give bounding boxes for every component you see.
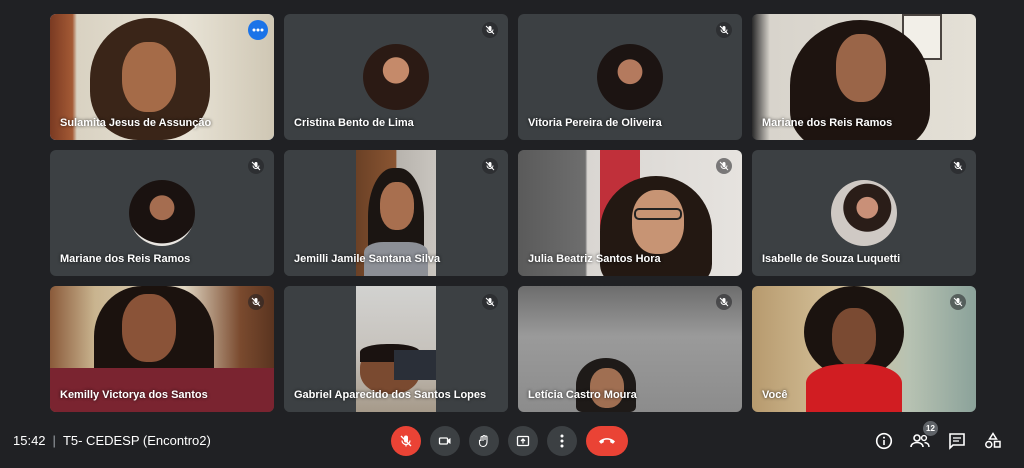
mic-off-icon	[482, 22, 498, 38]
camera-button[interactable]	[430, 426, 460, 456]
participant-name: Gabriel Aparecido dos Santos Lopes	[294, 389, 487, 401]
more-options-button[interactable]	[547, 426, 577, 456]
participant-tile-gabriel[interactable]: Gabriel Aparecido dos Santos Lopes	[284, 286, 508, 412]
more-vert-icon	[560, 434, 564, 448]
participant-name: Isabelle de Souza Luquetti	[762, 253, 901, 265]
camera-icon	[438, 437, 451, 445]
present-screen-icon	[516, 435, 530, 447]
mic-off-icon	[950, 294, 966, 310]
participant-tile-mariane[interactable]: Mariane dos Reis Ramos	[50, 150, 274, 276]
participants-count-badge: 12	[923, 421, 938, 436]
meeting-details-button[interactable]	[873, 430, 895, 452]
participants-button[interactable]: 12	[909, 421, 938, 452]
mic-off-icon	[716, 294, 732, 310]
participant-tile-sulamita[interactable]: Sulamita Jesus de Assunção	[50, 14, 274, 140]
mic-off-icon	[248, 294, 264, 310]
more-options-icon[interactable]	[248, 20, 268, 40]
meeting-info: 15:42 | T5- CEDESP (Encontro2)	[13, 433, 211, 448]
participant-tile-mariane-video[interactable]: Mariane dos Reis Ramos	[752, 14, 976, 140]
mic-off-icon	[248, 158, 264, 174]
participant-name: Sulamita Jesus de Assunção	[60, 117, 212, 129]
bottom-toolbar: 15:42 | T5- CEDESP (Encontro2) 12	[0, 412, 1024, 468]
mic-off-icon	[950, 158, 966, 174]
avatar	[597, 44, 663, 110]
participant-name: Você	[762, 389, 788, 401]
meeting-time: 15:42	[13, 433, 46, 448]
chat-icon	[949, 433, 965, 450]
participant-tile-kemilly[interactable]: Kemilly Victorya dos Santos	[50, 286, 274, 412]
participant-name: Kemilly Victorya dos Santos	[60, 389, 208, 401]
chat-button[interactable]	[946, 430, 968, 452]
participant-tile-self[interactable]: Você	[752, 286, 976, 412]
mic-off-icon	[716, 22, 732, 38]
microphone-button[interactable]	[391, 426, 421, 456]
mic-off-icon	[482, 158, 498, 174]
participant-name: Mariane dos Reis Ramos	[60, 253, 191, 265]
participant-name: Cristina Bento de Lima	[294, 117, 414, 129]
avatar	[129, 180, 195, 246]
participant-name: Julia Beatriz Santos Hora	[528, 253, 661, 265]
info-icon	[875, 432, 893, 450]
participant-name: Letícia Castro Moura	[528, 389, 637, 401]
meeting-title: T5- CEDESP (Encontro2)	[62, 433, 211, 448]
raise-hand-button[interactable]	[469, 426, 499, 456]
participant-grid: Sulamita Jesus de Assunção Cristina Bent…	[50, 14, 976, 412]
participant-tile-cristina[interactable]: Cristina Bento de Lima	[284, 14, 508, 140]
participant-name: Vitoria Pereira de Oliveira	[528, 117, 662, 129]
avatar	[363, 44, 429, 110]
participant-tile-vitoria[interactable]: Vitoria Pereira de Oliveira	[518, 14, 742, 140]
avatar	[831, 180, 897, 246]
participant-tile-julia[interactable]: Julia Beatriz Santos Hora	[518, 150, 742, 276]
present-button[interactable]	[508, 426, 538, 456]
participant-tile-isabelle[interactable]: Isabelle de Souza Luquetti	[752, 150, 976, 276]
participant-name: Jemilli Jamile Santana Silva	[294, 253, 441, 265]
activities-shapes-icon	[985, 432, 1001, 449]
participant-tile-jemilli[interactable]: Jemilli Jamile Santana Silva	[284, 150, 508, 276]
separator: |	[52, 433, 56, 448]
activities-button[interactable]	[982, 430, 1004, 452]
mic-off-icon	[482, 294, 498, 310]
participant-name: Mariane dos Reis Ramos	[762, 117, 893, 129]
leave-call-button[interactable]	[586, 426, 628, 456]
raise-hand-icon	[478, 434, 488, 448]
mic-off-icon	[400, 435, 412, 447]
mic-off-icon	[716, 158, 732, 174]
end-call-icon	[599, 438, 615, 444]
participant-tile-leticia[interactable]: Letícia Castro Moura	[518, 286, 742, 412]
